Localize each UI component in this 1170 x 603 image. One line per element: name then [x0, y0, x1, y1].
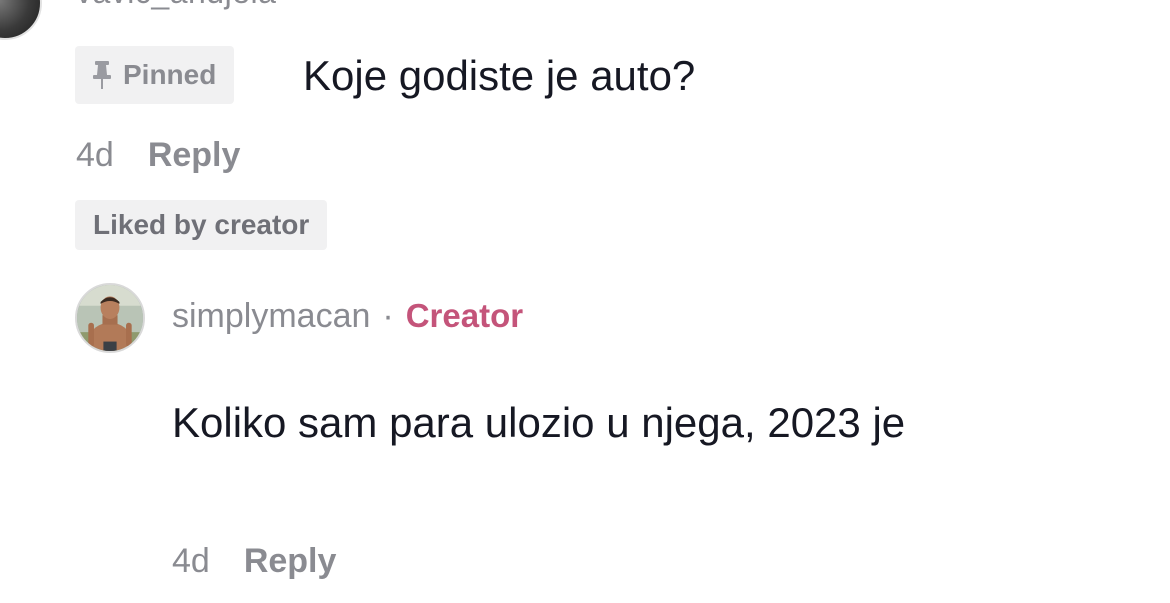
creator-badge: Creator — [405, 297, 524, 334]
reply-text: Koliko sam para ulozio u njega, 2023 je — [172, 399, 906, 446]
reply-header: simplymacan · Creator — [172, 297, 523, 336]
pinned-badge: Pinned — [75, 46, 235, 104]
pinned-label: Pinned — [123, 59, 217, 90]
comment-text: Koje godiste je auto? — [303, 52, 696, 99]
reply-meta: 4d Reply — [172, 542, 336, 581]
commenter-avatar[interactable] — [0, 0, 42, 40]
liked-by-creator-badge: Liked by creator — [75, 200, 328, 250]
pushpin-icon — [93, 61, 111, 89]
separator-dot: · — [382, 297, 394, 335]
liked-by-creator-label: Liked by creator — [93, 209, 310, 240]
comment-time: 4d — [76, 136, 114, 174]
comment-thread: vavic_andjela Pinned Koje godiste je aut… — [0, 0, 1170, 603]
creator-avatar[interactable] — [75, 283, 145, 353]
reply-time: 4d — [172, 542, 210, 580]
comment-meta: 4d Reply — [76, 136, 240, 175]
creator-username[interactable]: simplymacan — [172, 297, 370, 336]
reply-button[interactable]: Reply — [148, 136, 241, 175]
reply-button-creator[interactable]: Reply — [244, 542, 337, 581]
commenter-username[interactable]: vavic_andjela — [76, 0, 276, 11]
creator-avatar-image — [77, 285, 143, 351]
